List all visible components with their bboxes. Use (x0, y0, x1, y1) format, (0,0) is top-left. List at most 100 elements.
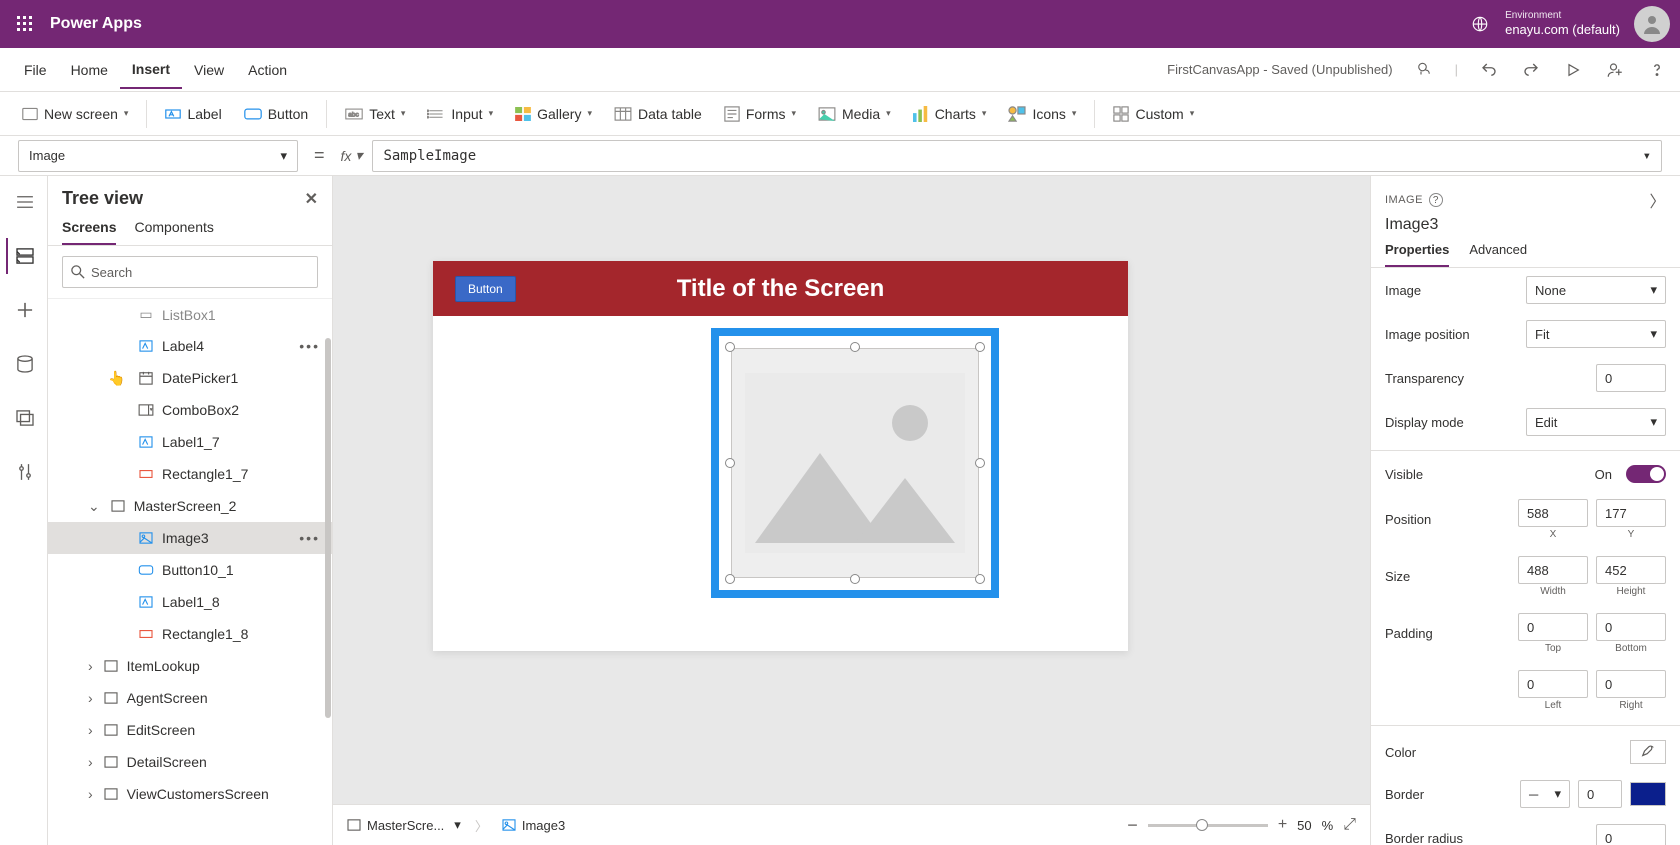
more-icon[interactable]: ••• (299, 530, 320, 546)
zoom-out-icon[interactable]: − (1127, 815, 1138, 836)
canvas-area[interactable]: Button Title of the Screen MasterScre...… (333, 176, 1370, 845)
more-icon[interactable]: ••• (299, 338, 320, 354)
play-icon[interactable] (1562, 59, 1584, 81)
menu-home[interactable]: Home (59, 52, 120, 88)
chevron-right-icon[interactable]: 〉 (1649, 188, 1666, 212)
image-select[interactable]: None▾ (1526, 276, 1666, 304)
app-checker-icon[interactable] (1413, 59, 1435, 81)
tree-item-screen[interactable]: ›DetailScreen (48, 746, 332, 778)
chevron-down-icon[interactable]: ⌄ (88, 498, 100, 515)
environment-picker[interactable]: Environment enayu.com (default) (1505, 10, 1620, 38)
insert-button-button[interactable]: Button (234, 100, 318, 128)
fx-icon[interactable]: fx▾ (341, 147, 363, 164)
insert-forms-button[interactable]: Forms▾ (714, 100, 806, 128)
tree-item[interactable]: Rectangle1_7 (48, 458, 332, 490)
tree-item[interactable]: Button10_1 (48, 554, 332, 586)
info-icon[interactable]: ? (1429, 193, 1443, 207)
insert-media-button[interactable]: Media▾ (808, 100, 901, 128)
tree-item[interactable]: ▭ListBox1 (48, 298, 332, 330)
insert-custom-button[interactable]: Custom▾ (1103, 100, 1204, 128)
rail-data-icon[interactable] (6, 346, 42, 382)
resize-handle[interactable] (975, 458, 985, 468)
breadcrumb-screen[interactable]: MasterScre...▾ (347, 817, 461, 833)
tree-item[interactable]: 👆DatePicker1 (48, 362, 332, 394)
menu-file[interactable]: File (12, 52, 59, 88)
chevron-right-icon[interactable]: › (88, 754, 93, 770)
search-input[interactable]: Search (62, 256, 318, 288)
menu-view[interactable]: View (182, 52, 236, 88)
resize-handle[interactable] (725, 458, 735, 468)
menu-insert[interactable]: Insert (120, 51, 182, 89)
tab-screens[interactable]: Screens (62, 219, 116, 245)
rail-treeview-icon[interactable] (6, 238, 42, 274)
user-avatar[interactable] (1634, 6, 1670, 42)
insert-label-button[interactable]: Label (155, 100, 231, 128)
visible-toggle[interactable] (1626, 465, 1666, 483)
selected-image-control[interactable] (711, 328, 999, 598)
tree-item-screen[interactable]: ›ViewCustomersScreen (48, 778, 332, 810)
insert-datatable-button[interactable]: Data table (604, 100, 712, 128)
undo-icon[interactable] (1478, 59, 1500, 81)
transparency-input[interactable]: 0 (1596, 364, 1666, 392)
padding-top-input[interactable]: 0 (1518, 613, 1588, 641)
imageposition-select[interactable]: Fit▾ (1526, 320, 1666, 348)
border-color-swatch[interactable] (1630, 782, 1666, 806)
close-icon[interactable]: ✕ (305, 189, 318, 209)
breadcrumb-element[interactable]: Image3 (502, 818, 565, 833)
redo-icon[interactable] (1520, 59, 1542, 81)
tree-item-screen[interactable]: ›AgentScreen (48, 682, 332, 714)
zoom-in-icon[interactable]: + (1278, 816, 1287, 834)
share-icon[interactable] (1604, 59, 1626, 81)
tree-item[interactable]: Label1_8 (48, 586, 332, 618)
insert-input-button[interactable]: Input▾ (417, 100, 503, 128)
chevron-right-icon[interactable]: › (88, 690, 93, 706)
help-icon[interactable] (1646, 59, 1668, 81)
canvas-screen[interactable]: Button Title of the Screen (433, 261, 1128, 651)
resize-handle[interactable] (975, 574, 985, 584)
waffle-icon[interactable] (10, 9, 40, 39)
border-radius-input[interactable]: 0 (1596, 824, 1666, 845)
tree-item[interactable]: ComboBox2 (48, 394, 332, 426)
zoom-slider[interactable] (1148, 824, 1268, 827)
fit-screen-icon[interactable]: ⤢ (1343, 816, 1356, 834)
resize-handle[interactable] (850, 574, 860, 584)
chevron-right-icon[interactable]: › (88, 722, 93, 738)
position-x-input[interactable]: 588 (1518, 499, 1588, 527)
resize-handle[interactable] (725, 574, 735, 584)
tree-item-screen[interactable]: ›ItemLookup (48, 650, 332, 682)
formula-input[interactable]: SampleImage▾ (372, 140, 1662, 172)
tree-item[interactable]: Rectangle1_8 (48, 618, 332, 650)
rail-hamburger-icon[interactable] (6, 184, 42, 220)
padding-right-input[interactable]: 0 (1596, 670, 1666, 698)
color-swatch[interactable] (1630, 740, 1666, 764)
property-dropdown[interactable]: Image▾ (18, 140, 298, 172)
padding-left-input[interactable]: 0 (1518, 670, 1588, 698)
tree-item[interactable]: Label1_7 (48, 426, 332, 458)
tab-components[interactable]: Components (134, 219, 213, 245)
padding-bottom-input[interactable]: 0 (1596, 613, 1666, 641)
insert-gallery-button[interactable]: Gallery▾ (505, 100, 602, 128)
position-y-input[interactable]: 177 (1596, 499, 1666, 527)
tree-item-screen[interactable]: ⌄MasterScreen_2 (48, 490, 332, 522)
chevron-right-icon[interactable]: › (88, 658, 93, 674)
menu-action[interactable]: Action (236, 52, 299, 88)
resize-handle[interactable] (850, 342, 860, 352)
height-input[interactable]: 452 (1596, 556, 1666, 584)
width-input[interactable]: 488 (1518, 556, 1588, 584)
insert-text-button[interactable]: abcText▾ (335, 100, 415, 128)
scrollbar[interactable] (325, 338, 331, 718)
resize-handle[interactable] (975, 342, 985, 352)
border-width-input[interactable]: 0 (1578, 780, 1622, 808)
insert-charts-button[interactable]: Charts▾ (903, 100, 997, 128)
displaymode-select[interactable]: Edit▾ (1526, 408, 1666, 436)
tree-item-selected[interactable]: Image3••• (48, 522, 332, 554)
border-style-select[interactable]: ─▾ (1520, 780, 1570, 808)
chevron-right-icon[interactable]: › (88, 786, 93, 802)
tab-properties[interactable]: Properties (1385, 242, 1449, 267)
resize-handle[interactable] (725, 342, 735, 352)
rail-advanced-tools-icon[interactable] (6, 454, 42, 490)
rail-media-icon[interactable] (6, 400, 42, 436)
screen-sample-button[interactable]: Button (455, 276, 516, 302)
new-screen-button[interactable]: New screen▾ (12, 100, 138, 128)
tree-item[interactable]: Label4••• (48, 330, 332, 362)
